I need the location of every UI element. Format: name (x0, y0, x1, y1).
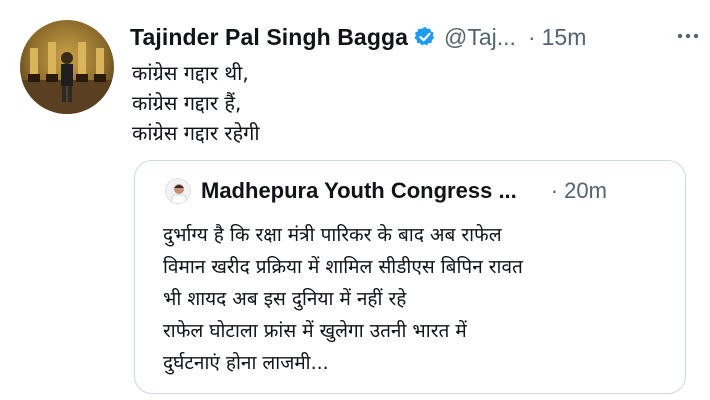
quoted-author-avatar (165, 178, 191, 204)
quoted-tweet-text: दुर्भाग्य है कि रक्षा मंत्री पारिकर के ब… (163, 219, 673, 379)
separator-dot: · (527, 23, 536, 50)
quoted-tweet-card[interactable]: Madhepura Youth Congress ... · 20m दुर्भ… (134, 160, 686, 394)
separator-dot: · (550, 178, 559, 203)
tweet-text-line: कांग्रेस गद्दार हैं, (132, 91, 242, 115)
verified-badge-icon (414, 26, 436, 48)
quoted-tweet-header: Madhepura Youth Congress ... · 20m (165, 177, 607, 205)
tweet-text: कांग्रेस गद्दार थी, कांग्रेस गद्दार हैं,… (132, 58, 672, 148)
quoted-tweet-timestamp: 20m (564, 178, 607, 203)
tweet-header: Tajinder Pal Singh Bagga @Taj... · 15m (130, 20, 586, 54)
tweet-timestamp[interactable]: 15m (542, 24, 587, 51)
quoted-text-line: राफेल घोटाला फ्रांस में खुलेगा उतनी भारत… (163, 320, 467, 342)
tweet-text-line: कांग्रेस गद्दार रहेगी (132, 121, 260, 145)
author-name[interactable]: Tajinder Pal Singh Bagga (130, 24, 408, 51)
quoted-author-name: Madhepura Youth Congress ... (201, 178, 517, 203)
quoted-text-line: विमान खरीद प्रक्रिया में शामिल सीडीएस बि… (163, 256, 523, 278)
tweet-text-line: कांग्रेस गद्दार थी, (132, 61, 249, 85)
author-handle[interactable]: @Taj... (444, 24, 516, 51)
quoted-text-line: दुर्घटनाएं होना लाजमी... (163, 352, 329, 374)
quoted-text-line: भी शायद अब इस दुनिया में नहीं रहे (163, 288, 407, 310)
author-avatar[interactable] (20, 20, 114, 114)
more-options-icon[interactable] (676, 26, 700, 46)
tweet-card[interactable]: Tajinder Pal Singh Bagga @Taj... · 15m क… (0, 0, 710, 400)
quoted-text-line: दुर्भाग्य है कि रक्षा मंत्री पारिकर के ब… (163, 224, 502, 246)
